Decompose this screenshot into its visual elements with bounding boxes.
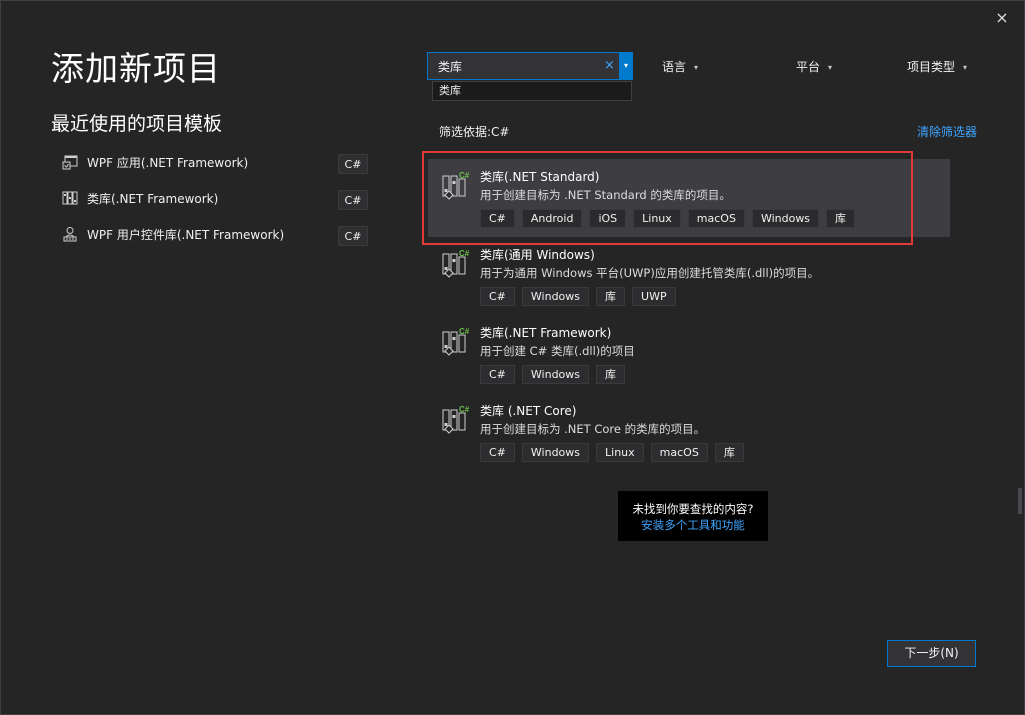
page-title: 添加新项目: [51, 49, 221, 88]
platform-filter-label: 平台: [796, 60, 821, 74]
class-library-icon: [62, 191, 78, 205]
csharp-class-library-icon: C#: [442, 327, 470, 356]
template-tag: C#: [480, 209, 515, 228]
template-tag: iOS: [589, 209, 627, 228]
template-name: 类库 (.NET Core): [480, 404, 577, 418]
wpf-app-icon: [62, 155, 78, 170]
recent-templates-list: WPF 应用(.NET Framework) C# 类库(.NET Framew…: [57, 150, 372, 258]
template-item-class-library-net-framework[interactable]: C# 类库(.NET Framework) 用于创建 C# 类库(.dll)的项…: [428, 315, 950, 393]
template-tag: macOS: [650, 443, 708, 462]
template-tag: macOS: [687, 209, 745, 228]
search-input[interactable]: [438, 58, 598, 74]
template-tag: C#: [480, 365, 515, 384]
template-tags: C# Android iOS Linux macOS Windows 库: [480, 209, 856, 228]
template-tag: Windows: [751, 209, 820, 228]
template-tag: Windows: [521, 443, 590, 462]
template-tag: 库: [714, 443, 744, 462]
scrollbar-thumb[interactable]: [1018, 488, 1022, 514]
recent-item-user-control-library[interactable]: WPF 用户控件库(.NET Framework) C#: [57, 222, 372, 258]
clear-filters-link[interactable]: 清除筛选器: [917, 123, 977, 140]
next-button[interactable]: 下一步(N): [887, 640, 976, 667]
template-tag: 库: [596, 287, 626, 306]
help-question: 未找到你要查找的内容?: [632, 502, 754, 516]
csharp-class-library-icon: C#: [442, 249, 470, 278]
user-control-library-icon: [63, 227, 77, 242]
template-tags: C# Windows Linux macOS 库: [480, 443, 744, 462]
template-description: 用于为通用 Windows 平台(UWP)应用创建托管类库(.dll)的项目。: [480, 266, 820, 280]
recent-item-label: WPF 应用(.NET Framework): [87, 156, 249, 170]
template-name: 类库(通用 Windows): [480, 248, 595, 262]
svg-text:C#: C#: [459, 405, 470, 414]
csharp-class-library-icon: C#: [442, 171, 470, 200]
platform-filter-dropdown[interactable]: 平台 ▾: [796, 58, 832, 75]
chevron-down-icon: ▾: [828, 63, 833, 72]
language-filter-dropdown[interactable]: 语言 ▾: [662, 58, 698, 75]
template-tag: Linux: [596, 443, 644, 462]
close-icon[interactable]: ×: [993, 9, 1011, 27]
template-tags: C# Windows 库 UWP: [480, 287, 676, 306]
recent-item-class-library[interactable]: 类库(.NET Framework) C#: [57, 186, 372, 222]
template-item-class-library-uwp[interactable]: C# 类库(通用 Windows) 用于为通用 Windows 平台(UWP)应…: [428, 237, 950, 315]
svg-text:C#: C#: [459, 171, 470, 180]
template-tag: 库: [596, 365, 626, 384]
language-tag: C#: [338, 154, 368, 174]
install-tools-link[interactable]: 安装多个工具和功能: [618, 517, 768, 533]
project-type-filter-label: 项目类型: [907, 60, 956, 74]
recent-templates-title: 最近使用的项目模板: [51, 113, 223, 135]
template-description: 用于创建目标为 .NET Core 的类库的项目。: [480, 422, 706, 436]
template-name: 类库(.NET Standard): [480, 170, 600, 184]
project-type-filter-dropdown[interactable]: 项目类型 ▾: [907, 58, 967, 75]
template-name: 类库(.NET Framework): [480, 326, 612, 340]
clear-search-icon[interactable]: ×: [604, 58, 615, 74]
template-tag: UWP: [632, 287, 676, 306]
recent-item-label: WPF 用户控件库(.NET Framework): [87, 228, 285, 242]
applied-filter-label: 筛选依据:C#: [439, 125, 510, 139]
language-tag: C#: [338, 226, 368, 246]
recent-item-wpf-app[interactable]: WPF 应用(.NET Framework) C#: [57, 150, 372, 186]
template-tag: Windows: [521, 287, 590, 306]
template-tag: C#: [480, 443, 515, 462]
template-tag: Windows: [521, 365, 590, 384]
template-tag: C#: [480, 287, 515, 306]
svg-text:C#: C#: [459, 249, 470, 258]
help-popup: 未找到你要查找的内容? 安装多个工具和功能: [618, 491, 768, 541]
language-tag: C#: [338, 190, 368, 210]
search-suggestion-item[interactable]: 类库: [432, 81, 632, 101]
template-tag: Linux: [633, 209, 681, 228]
svg-text:C#: C#: [459, 327, 470, 336]
template-item-class-library-net-core[interactable]: C# 类库 (.NET Core) 用于创建目标为 .NET Core 的类库的…: [428, 393, 950, 471]
csharp-class-library-icon: C#: [442, 405, 470, 434]
chevron-down-icon: ▾: [694, 63, 699, 72]
recent-item-label: 类库(.NET Framework): [87, 192, 219, 206]
template-description: 用于创建 C# 类库(.dll)的项目: [480, 344, 635, 358]
template-tag: Android: [521, 209, 583, 228]
template-description: 用于创建目标为 .NET Standard 的类库的项目。: [480, 188, 731, 202]
template-tag: 库: [826, 209, 856, 228]
search-history-dropdown-icon[interactable]: ▾: [619, 52, 633, 80]
chevron-down-icon: ▾: [963, 63, 968, 72]
template-tags: C# Windows 库: [480, 365, 626, 384]
language-filter-label: 语言: [662, 60, 687, 74]
template-item-class-library-net-standard[interactable]: C# 类库(.NET Standard) 用于创建目标为 .NET Standa…: [428, 159, 950, 237]
template-search-box[interactable]: × ▾: [427, 52, 633, 80]
